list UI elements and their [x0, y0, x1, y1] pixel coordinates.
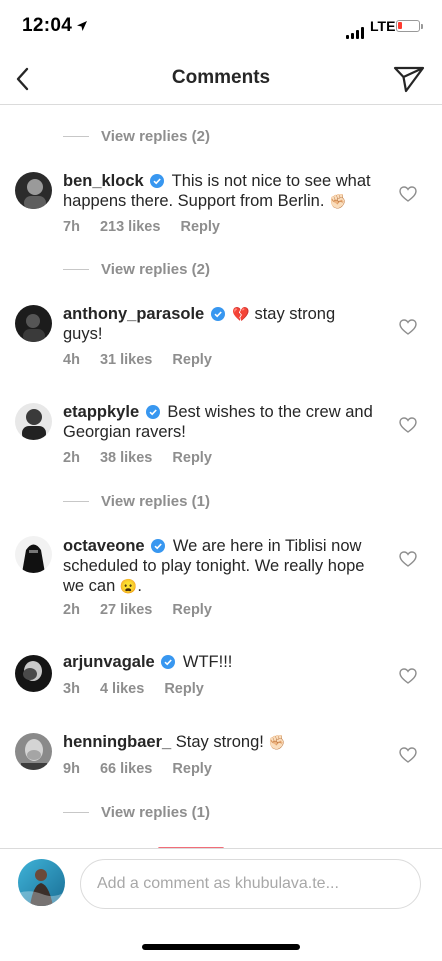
view-replies-button[interactable]: View replies (2)	[63, 259, 210, 279]
comment-time: 2h	[63, 602, 80, 618]
view-replies-label: View replies (2)	[101, 127, 210, 145]
comment-meta: 2h 27 likes Reply	[63, 602, 228, 618]
replies-divider	[63, 811, 89, 813]
comment-meta: 4h 31 likes Reply	[63, 352, 228, 368]
view-replies-label: View replies (1)	[101, 492, 210, 510]
page-title: Comments	[171, 67, 271, 88]
username[interactable]: octaveone	[63, 537, 145, 555]
comment-body-end: .	[137, 577, 142, 595]
reply-button[interactable]: Reply	[172, 450, 212, 466]
heart-outline-icon[interactable]	[399, 668, 417, 684]
likes-count[interactable]: 4 likes	[100, 681, 144, 697]
comment-meta: 9h 66 likes Reply	[63, 761, 228, 777]
comment-text: anthony_parasole 💔 stay strong guys!	[63, 304, 375, 344]
network-label: LTE	[370, 18, 396, 34]
replies-divider	[63, 135, 89, 137]
likes-count[interactable]: 213 likes	[100, 219, 160, 235]
replies-divider	[63, 268, 89, 270]
nav-bar: Comments	[0, 54, 442, 105]
heart-outline-icon[interactable]	[399, 186, 417, 202]
username[interactable]: arjunvagale	[63, 653, 155, 671]
reply-button[interactable]: Reply	[172, 352, 212, 368]
comment-time: 7h	[63, 219, 80, 235]
comment-input[interactable]	[80, 859, 421, 909]
comment-time: 4h	[63, 352, 80, 368]
username[interactable]: anthony_parasole	[63, 305, 204, 323]
username[interactable]: henningbaer_	[63, 733, 171, 751]
location-arrow-icon	[77, 21, 87, 31]
comment-meta: 2h 38 likes Reply	[63, 450, 228, 466]
verified-badge-icon	[151, 539, 166, 553]
comment-meta: 7h 213 likes Reply	[63, 219, 236, 235]
avatar[interactable]	[15, 655, 52, 692]
avatar[interactable]	[15, 305, 52, 342]
likes-count[interactable]: 31 likes	[100, 352, 152, 368]
battery-icon	[396, 20, 420, 32]
current-user-avatar	[18, 859, 65, 906]
view-replies-button[interactable]: View replies (2)	[63, 126, 210, 146]
avatar[interactable]	[15, 733, 52, 770]
paper-plane-icon	[393, 66, 425, 93]
frowning-face-emoji: 😦	[119, 578, 138, 594]
view-replies-button[interactable]: View replies (1)	[63, 802, 210, 822]
view-replies-label: View replies (2)	[101, 260, 210, 278]
heart-outline-icon[interactable]	[399, 417, 417, 433]
reply-button[interactable]: Reply	[172, 602, 212, 618]
comment-body: WTF!!!	[182, 653, 233, 671]
view-replies-label: View replies (1)	[101, 803, 210, 821]
comment-composer	[0, 848, 442, 961]
comment-body: Stay strong!	[175, 733, 264, 751]
likes-count[interactable]: 27 likes	[100, 602, 152, 618]
heart-outline-icon[interactable]	[399, 551, 417, 567]
view-replies-button[interactable]: View replies (1)	[63, 491, 210, 511]
verified-badge-icon	[150, 174, 165, 188]
raised-fist-emoji: ✊🏻	[329, 193, 347, 209]
comment-meta: 3h 4 likes Reply	[63, 681, 220, 697]
verified-badge-icon	[145, 405, 160, 419]
username[interactable]: etappkyle	[63, 403, 139, 421]
verified-badge-icon	[210, 307, 225, 321]
likes-count[interactable]: 66 likes	[100, 761, 152, 777]
comment-time: 9h	[63, 761, 80, 777]
home-indicator	[142, 944, 300, 950]
avatar[interactable]	[15, 172, 52, 209]
heart-outline-icon[interactable]	[399, 319, 417, 335]
avatar[interactable]	[15, 403, 52, 440]
replies-divider	[63, 500, 89, 502]
status-time: 12:04	[22, 15, 73, 36]
heart-outline-icon[interactable]	[399, 747, 417, 763]
reply-button[interactable]: Reply	[180, 219, 220, 235]
battery-tip	[421, 24, 423, 29]
comment-text: etappkyle Best wishes to the crew and Ge…	[63, 402, 375, 442]
comment-text: ben_klock This is not nice to see what h…	[63, 171, 375, 211]
comment-time: 2h	[63, 450, 80, 466]
status-bar: 12:04 LTE	[0, 0, 442, 54]
reply-button[interactable]: Reply	[164, 681, 204, 697]
comment-time: 3h	[63, 681, 80, 697]
comment-text: arjunvagale WTF!!!	[63, 652, 375, 672]
raised-fist-emoji: ✊🏻	[268, 734, 286, 750]
signal-bars-icon	[346, 21, 366, 39]
username[interactable]: ben_klock	[63, 172, 144, 190]
avatar[interactable]	[15, 536, 52, 573]
comment-text: henningbaer_ Stay strong! ✊🏻	[63, 732, 375, 752]
comment-text: octaveone We are here in Tiblisi now sch…	[63, 536, 375, 596]
share-button[interactable]	[392, 62, 426, 96]
reply-button[interactable]: Reply	[172, 761, 212, 777]
verified-badge-icon	[161, 655, 176, 669]
likes-count[interactable]: 38 likes	[100, 450, 152, 466]
broken-heart-emoji: 💔	[232, 306, 250, 322]
